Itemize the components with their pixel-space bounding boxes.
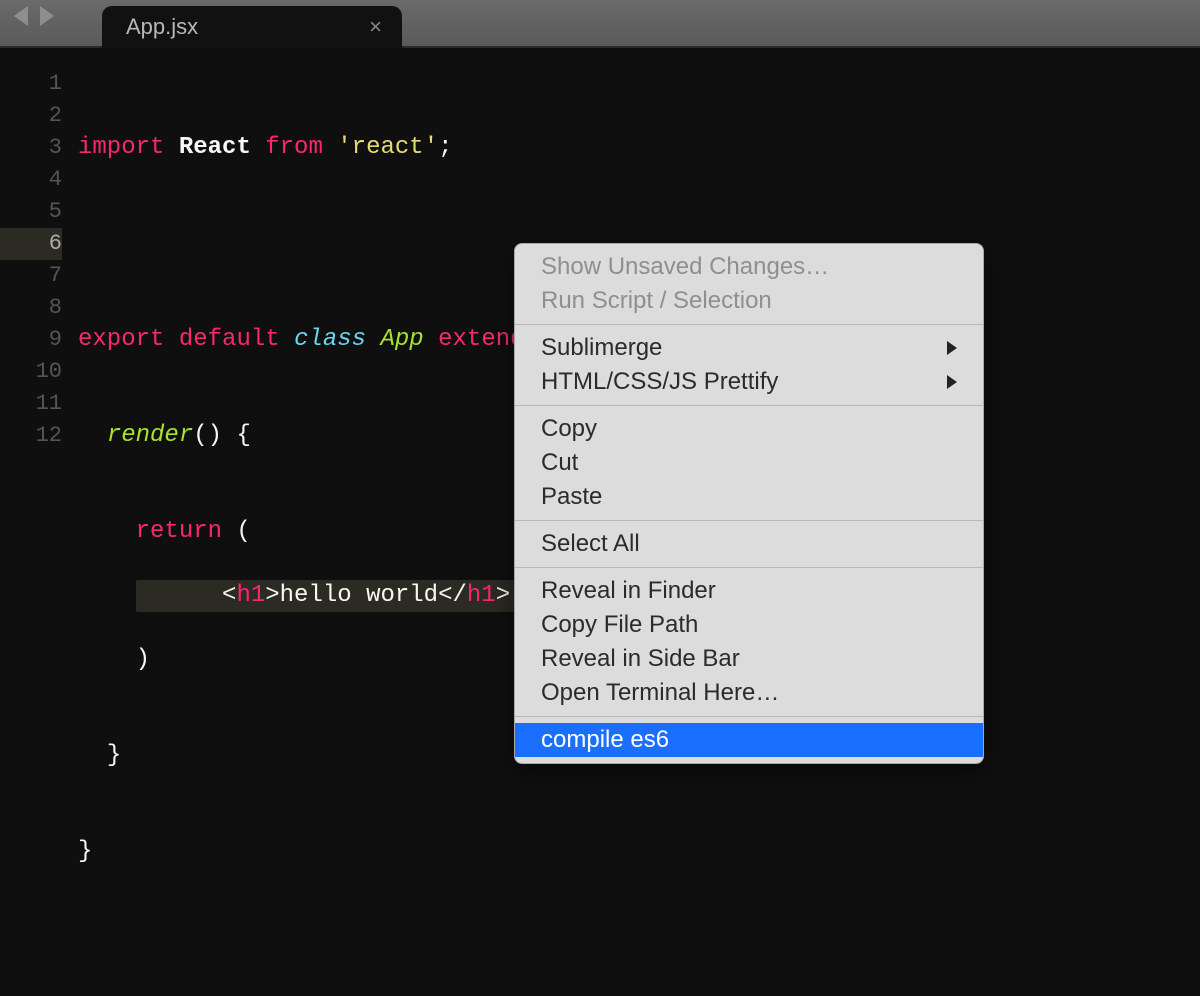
menu-item-label: Run Script / Selection xyxy=(541,287,772,315)
menu-item[interactable]: Sublimerge xyxy=(515,331,983,365)
chevron-right-icon xyxy=(947,375,957,389)
file-tab[interactable]: App.jsx × xyxy=(102,6,402,48)
chevron-right-icon xyxy=(947,341,957,355)
menu-item-label: Open Terminal Here… xyxy=(541,679,779,707)
menu-item-label: Cut xyxy=(541,449,578,477)
menu-item[interactable]: Paste xyxy=(515,480,983,514)
menu-item-label: Sublimerge xyxy=(541,334,662,362)
line-number: 12 xyxy=(0,420,62,452)
title-bar: App.jsx × xyxy=(0,0,1200,48)
menu-item-label: compile es6 xyxy=(541,726,669,754)
close-icon[interactable]: × xyxy=(369,14,382,40)
menu-item-label: Copy xyxy=(541,415,597,443)
menu-separator xyxy=(515,567,983,568)
menu-item[interactable]: Copy xyxy=(515,412,983,446)
menu-item[interactable]: Select All xyxy=(515,527,983,561)
line-number: 2 xyxy=(0,100,62,132)
menu-separator xyxy=(515,405,983,406)
line-number: 7 xyxy=(0,260,62,292)
menu-item-label: Reveal in Finder xyxy=(541,577,716,605)
line-number: 11 xyxy=(0,388,62,420)
menu-item-label: Select All xyxy=(541,530,640,558)
menu-item-label: Paste xyxy=(541,483,602,511)
menu-item: Run Script / Selection xyxy=(515,284,983,318)
nav-forward-icon[interactable] xyxy=(40,6,54,26)
code-line xyxy=(78,932,1200,964)
menu-item: Show Unsaved Changes… xyxy=(515,250,983,284)
nav-back-icon[interactable] xyxy=(14,6,28,26)
line-number: 6 xyxy=(0,228,62,260)
menu-item-label: HTML/CSS/JS Prettify xyxy=(541,368,778,396)
line-number: 9 xyxy=(0,324,62,356)
context-menu[interactable]: Show Unsaved Changes… Run Script / Select… xyxy=(514,243,984,764)
line-number: 10 xyxy=(0,356,62,388)
line-number: 4 xyxy=(0,164,62,196)
line-number: 5 xyxy=(0,196,62,228)
menu-item-label: Copy File Path xyxy=(541,611,698,639)
tab-title: App.jsx xyxy=(126,14,198,40)
menu-separator xyxy=(515,520,983,521)
menu-item[interactable]: Reveal in Finder xyxy=(515,574,983,608)
code-line: } xyxy=(78,836,1200,868)
menu-item[interactable]: Copy File Path xyxy=(515,608,983,642)
menu-item[interactable]: compile es6 xyxy=(515,723,983,757)
line-number: 8 xyxy=(0,292,62,324)
menu-separator xyxy=(515,324,983,325)
menu-item[interactable]: Reveal in Side Bar xyxy=(515,642,983,676)
line-number: 3 xyxy=(0,132,62,164)
menu-item[interactable]: Cut xyxy=(515,446,983,480)
menu-item[interactable]: HTML/CSS/JS Prettify xyxy=(515,365,983,399)
menu-item-label: Reveal in Side Bar xyxy=(541,645,740,673)
menu-item-label: Show Unsaved Changes… xyxy=(541,253,829,281)
code-line-highlighted: <h1>hello world</h1> xyxy=(136,580,517,612)
line-number: 1 xyxy=(0,68,62,100)
menu-separator xyxy=(515,716,983,717)
line-number-gutter: 123456789101112 xyxy=(0,48,78,996)
menu-item[interactable]: Open Terminal Here… xyxy=(515,676,983,710)
nav-arrows xyxy=(14,6,54,26)
code-line: import React from 'react'; xyxy=(78,132,1200,164)
